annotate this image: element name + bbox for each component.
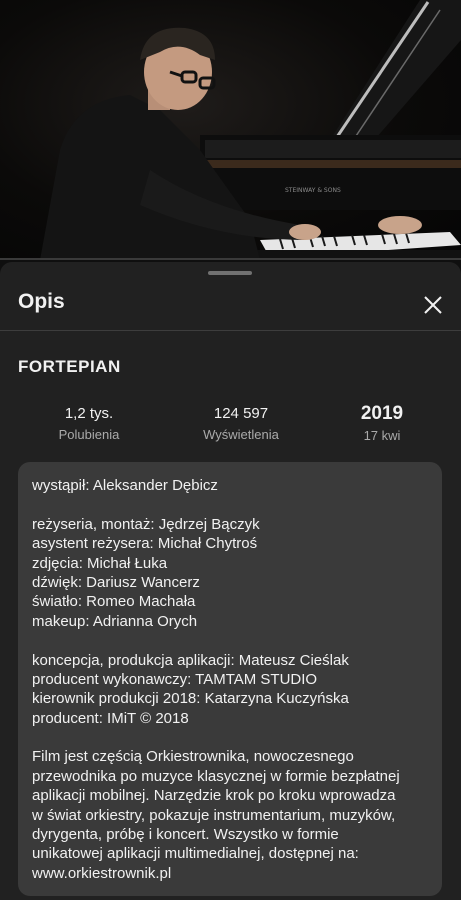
description-line: www.orkiestrownik.pl	[32, 864, 172, 882]
publish-day: 17 kwi	[363, 428, 401, 443]
video-progress-bar[interactable]	[0, 258, 461, 260]
drag-handle[interactable]	[208, 271, 252, 275]
description-line: reżyseria, montaż: Jędrzej Bączyk	[32, 515, 260, 533]
views-label: Wyświetlenia	[203, 427, 279, 442]
description-line: asystent reżysera: Michał Chytroś	[32, 535, 258, 553]
likes-label: Polubienia	[58, 427, 120, 442]
views-count: 124 597	[213, 405, 269, 422]
description-line: Film jest częścią Orkiestrownika, nowocz…	[32, 748, 354, 766]
description-line: dyrygenta, próbę i koncert. Wszystko w f…	[32, 826, 339, 844]
video-player[interactable]: STEINWAY & SONS	[0, 0, 461, 260]
video-stats: 1,2 tys. Polubienia 124 597 Wyświetlenia…	[0, 403, 461, 454]
description-line: wystąpił: Aleksander Dębicz	[32, 477, 218, 494]
description-line: w świat orkiestry, pokazuje instrumentar…	[32, 806, 396, 824]
description-line: światło: Romeo Machała	[32, 593, 196, 611]
description-line: aplikacji mobilnej. Narzędzie krok po kr…	[32, 787, 396, 805]
description-line: unikatowej aplikacji multimedialnej, dos…	[32, 845, 359, 863]
description-line: producent: IMiT © 2018	[32, 709, 189, 727]
video-frame-pianist: STEINWAY & SONS	[40, 0, 461, 260]
close-icon	[424, 296, 442, 314]
description-card: wystąpił: Aleksander Dębicz reżyseria, mo…	[18, 462, 442, 896]
svg-text:STEINWAY & SONS: STEINWAY & SONS	[285, 187, 341, 194]
close-button[interactable]	[418, 290, 448, 320]
description-line: dźwięk: Dariusz Wancerz	[32, 573, 200, 591]
header-divider	[0, 330, 461, 331]
video-title: FORTEPIAN	[18, 357, 121, 376]
description-line: makeup: Adrianna Orych	[32, 612, 198, 630]
date-stat: 2019 17 kwi	[317, 403, 447, 444]
description-line: koncepcja, produkcja aplikacji: Mateusz …	[32, 651, 349, 669]
views-stat: 124 597 Wyświetlenia	[176, 404, 306, 443]
sheet-title: Opis	[18, 290, 65, 313]
description-line: kierownik produkcji 2018: Katarzyna Kucz…	[32, 690, 349, 708]
description-line: zdjęcia: Michał Łuka	[32, 554, 168, 572]
description-line: przewodnika po muzyce klasycznej w formi…	[32, 767, 400, 785]
likes-count: 1,2 tys.	[64, 405, 114, 422]
description-line: producent wykonawczy: TAMTAM STUDIO	[32, 670, 318, 688]
likes-stat: 1,2 tys. Polubienia	[24, 404, 154, 443]
publish-year: 2019	[360, 403, 404, 424]
description-sheet: Opis FORTEPIAN 1,2 tys. Polubienia 124 5…	[0, 262, 461, 900]
